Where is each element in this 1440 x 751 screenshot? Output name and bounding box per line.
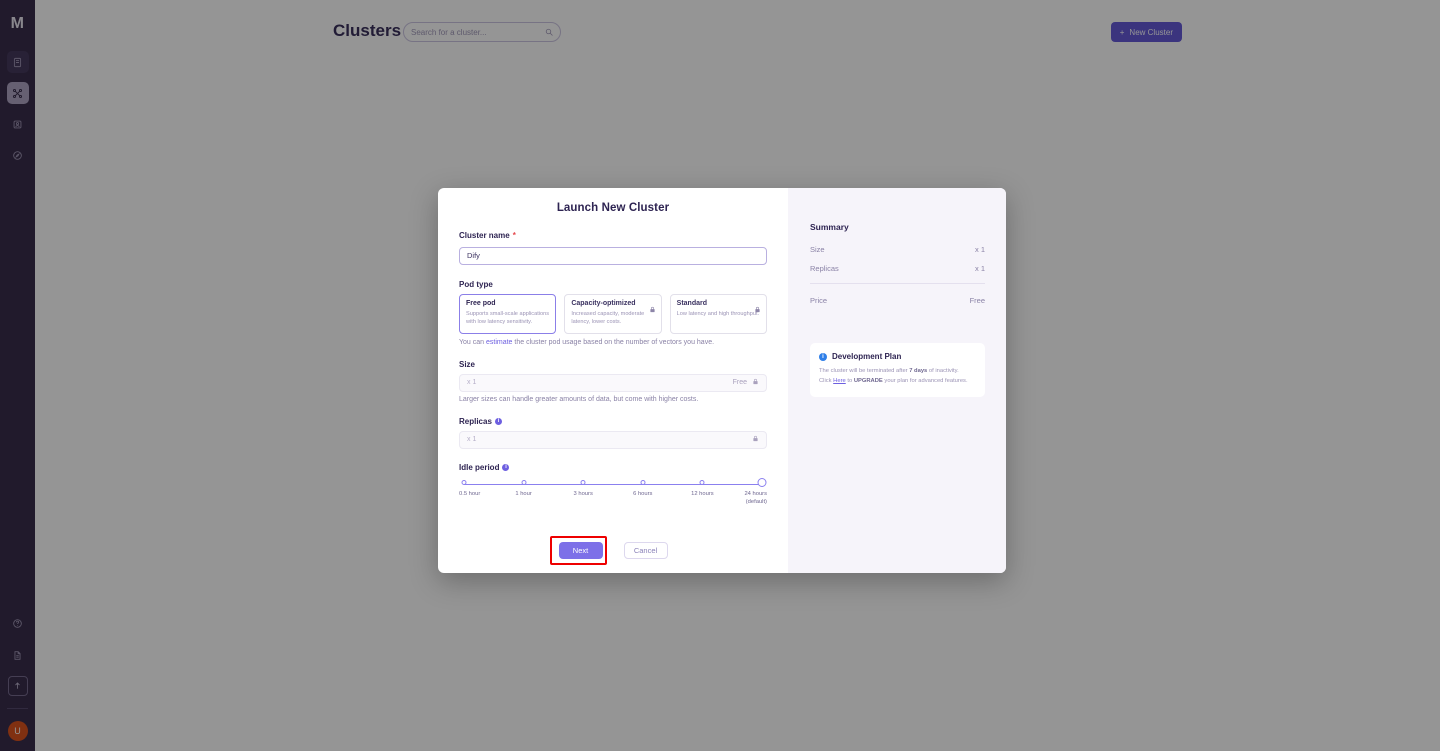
idle-period-slider[interactable]: 0.5 hour 1 hour 3 hours 6 hours 12 hours 24 h…: [459, 477, 767, 514]
required-marker: *: [512, 231, 516, 240]
info-icon: i: [819, 352, 827, 361]
replicas-badge-group: [752, 435, 759, 444]
plan-line2-mid: to: [845, 378, 854, 385]
plan-line-1: The cluster will be terminated after 7 d…: [819, 366, 976, 376]
pod-hint-pre: You can: [459, 338, 486, 346]
pod-hint-post: the cluster pod usage based on the numbe…: [512, 338, 715, 346]
cluster-name-label-text: Cluster name: [459, 231, 510, 240]
summary-row-size: Size x 1: [810, 245, 985, 254]
pod-option-capacity-optimized-name: Capacity-optimized: [571, 299, 636, 307]
summary-row-replicas-value: x 1: [974, 264, 985, 273]
replicas-value: x 1: [467, 436, 477, 443]
pod-option-free-name: Free pod: [466, 299, 496, 307]
summary-row-size-label: Size: [810, 245, 825, 254]
slider-tick-3[interactable]: [640, 479, 646, 485]
launch-cluster-modal: Launch New Cluster Cluster name * Pod ty…: [438, 188, 1006, 573]
plan-line2-post: your plan for advanced features.: [882, 378, 968, 385]
next-button[interactable]: Next: [558, 542, 603, 559]
development-plan-card: i Development Plan The cluster will be t…: [810, 343, 985, 397]
idle-period-label-text: Idle period: [459, 462, 500, 472]
summary-row-replicas-label: Replicas: [810, 264, 839, 273]
slider-tick-0[interactable]: [461, 479, 467, 485]
pod-option-standard-name: Standard: [676, 299, 707, 307]
summary-row-replicas: Replicas x 1: [810, 264, 985, 273]
pod-option-free[interactable]: Free pod Supports small-scale applicatio…: [459, 293, 557, 334]
lock-icon: [752, 435, 759, 444]
slider-tick-label-4: 12 hours: [691, 490, 714, 497]
size-free-badge: Free: [732, 379, 747, 386]
plan-line1-post: of inactivity.: [927, 368, 959, 374]
plan-line1-bold: 7 days: [909, 368, 928, 374]
slider-tick-label-3: 6 hours: [633, 490, 653, 497]
lock-icon: [649, 300, 656, 318]
size-label: Size: [459, 359, 476, 369]
size-badge-group: Free: [733, 378, 759, 387]
slider-track: [464, 483, 762, 485]
modal-form-panel: Launch New Cluster Cluster name * Pod ty…: [438, 188, 788, 573]
pod-option-free-desc: Supports small-scale applications with l…: [466, 310, 550, 325]
size-value: x 1: [467, 379, 477, 386]
slider-tick-label-5: 24 hours (default): [744, 490, 767, 506]
plan-line2-pre: Click: [819, 378, 834, 385]
cancel-button[interactable]: Cancel: [623, 542, 668, 559]
cluster-name-input[interactable]: [459, 246, 767, 265]
price-label: Price: [810, 296, 828, 305]
lock-icon: [754, 300, 761, 318]
app-root: Clusters + New Cluster M: [0, 0, 1440, 751]
plan-line-2: Click Here to UPGRADE your plan for adva…: [819, 376, 976, 386]
slider-tick-label-2: 3 hours: [573, 490, 593, 497]
lock-icon: [752, 378, 759, 387]
modal-actions: Next Cancel: [438, 542, 788, 559]
pod-type-options: Free pod Supports small-scale applicatio…: [459, 293, 767, 334]
estimate-link[interactable]: estimate: [486, 339, 512, 346]
size-input: x 1 Free: [459, 373, 767, 392]
plan-title: Development Plan: [832, 352, 902, 361]
size-helper: Larger sizes can handle greater amounts …: [459, 395, 699, 403]
idle-period-label: Idle period i: [459, 463, 767, 472]
replicas-label-text: Replicas: [459, 416, 492, 426]
plan-line1-pre: The cluster will be terminated after: [819, 368, 910, 374]
pod-option-capacity-optimized[interactable]: Capacity-optimized Increased capacity, m…: [564, 293, 662, 334]
cluster-name-field-wrap: [459, 245, 767, 265]
summary-row-size-value: x 1: [974, 245, 985, 254]
modal-title: Launch New Cluster: [556, 202, 670, 214]
replicas-label: Replicas i: [459, 417, 767, 426]
slider-tick-label-0: 0.5 hour: [459, 490, 481, 497]
replicas-input: x 1: [459, 430, 767, 449]
slider-tick-2[interactable]: [580, 479, 586, 485]
pod-option-standard-desc: Low latency and high throughput.: [676, 310, 760, 317]
slider-tick-5[interactable]: [757, 477, 767, 487]
plan-line2-bold: UPGRADE: [853, 378, 883, 385]
slider-tick-1[interactable]: [521, 479, 527, 485]
pod-type-label: Pod type: [459, 279, 493, 289]
summary-title: Summary: [810, 222, 849, 232]
info-icon[interactable]: i: [494, 417, 502, 425]
slider-tick-label-1: 1 hour: [515, 490, 532, 497]
summary-panel: Summary Size x 1 Replicas x 1 Price Free…: [788, 188, 1006, 573]
price-value: Free: [969, 296, 985, 305]
summary-divider: [810, 283, 985, 284]
summary-row-price: Price Free: [810, 296, 985, 305]
here-link[interactable]: Here: [833, 378, 846, 384]
pod-option-capacity-optimized-desc: Increased capacity, moderate latency, lo…: [571, 310, 645, 325]
pod-option-standard[interactable]: Standard Low latency and high throughput…: [669, 293, 767, 334]
pod-type-hint: You can estimate the cluster pod usage b…: [459, 339, 767, 346]
info-icon[interactable]: i: [502, 463, 510, 471]
cluster-name-label: Cluster name *: [459, 231, 767, 240]
plan-header: i Development Plan: [819, 352, 976, 361]
slider-tick-4[interactable]: [699, 479, 705, 485]
